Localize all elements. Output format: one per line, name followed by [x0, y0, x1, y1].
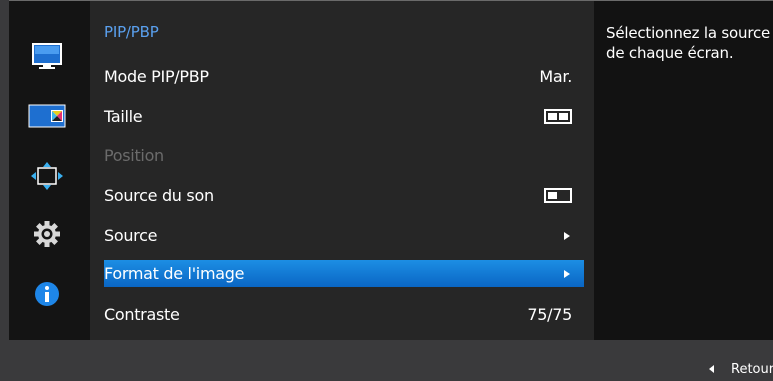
menu-item-taille[interactable]: Taille [104, 103, 584, 130]
menu-item-label: Contraste [104, 305, 180, 324]
help-panel: Sélectionnez la source de chaque écran. [594, 0, 773, 341]
pbp-split-icon [544, 109, 572, 124]
info-icon[interactable] [27, 279, 67, 309]
arrow-left-icon [709, 365, 714, 373]
menu-item-label: Source [104, 226, 158, 245]
menu-item-label: Source du son [104, 186, 214, 205]
help-text: Sélectionnez la source de chaque écran. [606, 24, 771, 62]
menu-item-contraste[interactable]: Contraste 75/75 [104, 301, 584, 328]
menu-item-label: Taille [104, 107, 143, 126]
back-label: Retour [731, 362, 773, 377]
menu-title: PIP/PBP [104, 23, 159, 41]
menu-item-format-de-l-image[interactable]: Format de l'image [104, 260, 584, 287]
monitor-picture-icon[interactable] [27, 41, 67, 71]
menu-item-label: Position [104, 146, 164, 165]
pip-pbp-menu: PIP/PBP Mode PIP/PBP Mar. Taille Positio… [90, 0, 594, 341]
resize-arrows-icon[interactable] [27, 161, 67, 191]
menu-item-value: 75/75 [527, 305, 572, 324]
bottom-bar: Retour [0, 340, 773, 381]
category-icon-rail [9, 0, 90, 341]
menu-item-source-du-son[interactable]: Source du son [104, 182, 584, 209]
gear-icon[interactable] [27, 219, 67, 249]
menu-item-mode-pip-pbp[interactable]: Mode PIP/PBP Mar. [104, 63, 584, 90]
pip-main-icon [544, 188, 572, 203]
arrow-right-icon [564, 270, 570, 278]
color-icon[interactable] [27, 101, 67, 131]
menu-item-label: Mode PIP/PBP [104, 67, 209, 86]
menu-item-label: Format de l'image [104, 264, 245, 283]
arrow-right-icon [564, 232, 570, 240]
menu-item-value: Mar. [539, 67, 572, 86]
menu-item-source[interactable]: Source [104, 222, 584, 249]
menu-item-position: Position [104, 142, 584, 169]
